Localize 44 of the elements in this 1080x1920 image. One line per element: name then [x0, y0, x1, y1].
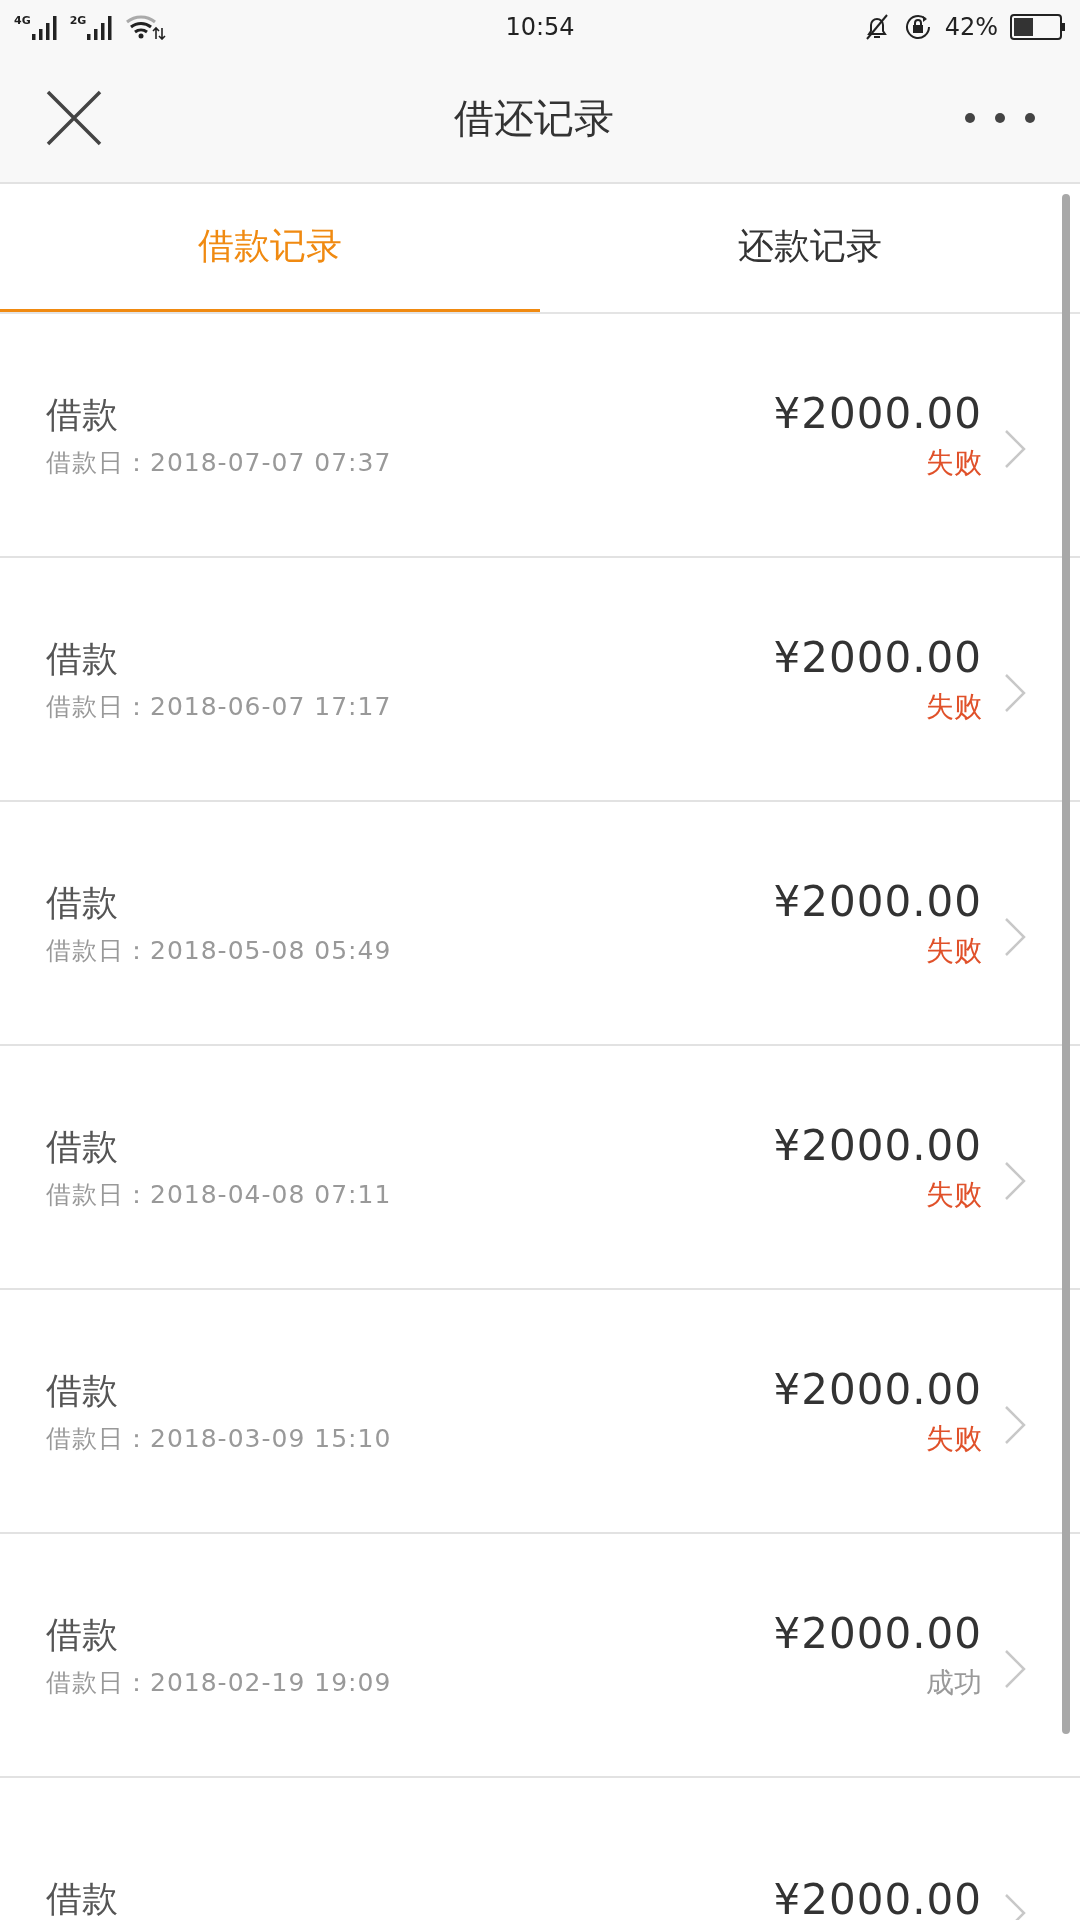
record-type: 借款: [46, 881, 119, 925]
record-type: 借款: [46, 1613, 119, 1657]
record-amount: ¥2000.00: [773, 388, 982, 438]
network-label: 2G: [69, 14, 87, 27]
chevron-right-icon: [1004, 1161, 1026, 1201]
record-status: 成功: [926, 1664, 982, 1701]
record-amount: ¥2000.00: [773, 1364, 982, 1414]
signal-icon: [87, 14, 114, 40]
record-type: 借款: [46, 1125, 119, 1169]
record-date: 借款日：2018-07-07 07:37: [46, 447, 393, 479]
status-time: 10:54: [504, 13, 576, 41]
chevron-right-icon: [1004, 429, 1026, 469]
record-amount: ¥2000.00: [773, 632, 982, 682]
page-title: 借还记录: [454, 93, 614, 143]
record-date: 借款日：2018-02-19 19:09: [46, 1667, 393, 1699]
chevron-right-icon: [1004, 1649, 1026, 1689]
network-label: 4G: [14, 14, 31, 27]
record-date: 借款日：2018-03-09 15:10: [46, 1423, 393, 1455]
record-status: 失败: [926, 932, 982, 969]
record-type: 借款: [46, 1369, 119, 1413]
record-amount: ¥2000.00: [773, 1608, 982, 1658]
close-button[interactable]: [44, 88, 104, 148]
chevron-right-icon: [1004, 917, 1026, 957]
record-amount: ¥2000.00: [773, 1120, 982, 1170]
chevron-right-icon: [1004, 1405, 1026, 1445]
record-row[interactable]: 借款 ¥2000.00: [0, 1778, 1080, 1920]
record-status: 失败: [926, 1420, 982, 1457]
record-date: 借款日：2018-04-08 07:11: [46, 1179, 393, 1211]
wifi-icon: [125, 14, 168, 40]
record-type: 借款: [46, 1876, 119, 1920]
record-date: 借款日：2018-05-08 05:49: [46, 935, 393, 967]
record-status: 失败: [926, 688, 982, 725]
record-amount: ¥2000.00: [773, 876, 982, 926]
battery-percent: 42%: [944, 13, 998, 41]
more-button[interactable]: [964, 112, 1036, 124]
record-type: 借款: [46, 637, 119, 681]
record-status: 失败: [926, 1176, 982, 1213]
record-type: 借款: [46, 393, 119, 437]
record-status: 失败: [926, 444, 982, 481]
record-amount: ¥2000.00: [773, 1874, 982, 1920]
battery-icon: [1010, 14, 1066, 40]
chevron-right-icon: [1004, 673, 1026, 713]
record-date: 借款日：2018-06-07 17:17: [46, 691, 393, 723]
signal-icon: [31, 14, 58, 40]
